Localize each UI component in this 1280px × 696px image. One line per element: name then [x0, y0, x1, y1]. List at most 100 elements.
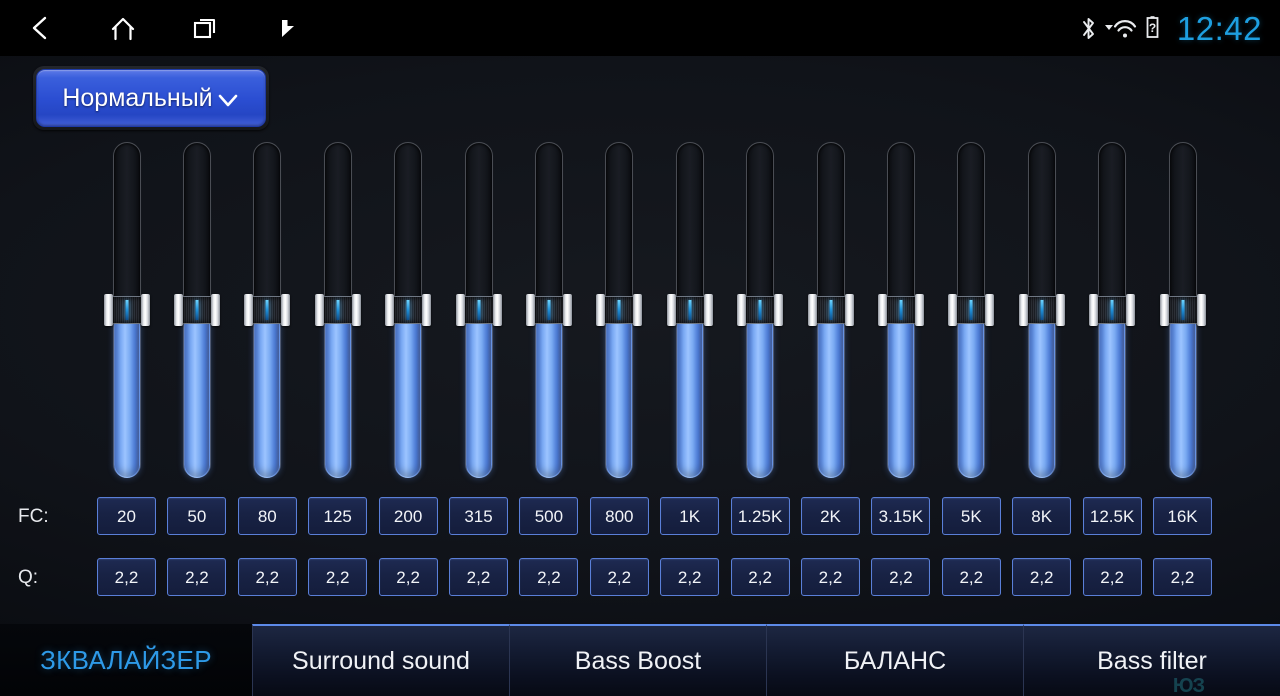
q-value-box[interactable]: 2,2: [1012, 558, 1072, 596]
eq-slider-thumb[interactable]: [596, 294, 643, 326]
q-value-box[interactable]: 2,2: [801, 558, 860, 596]
eq-slider[interactable]: [948, 142, 995, 478]
fc-value-box[interactable]: 8K: [1012, 497, 1072, 535]
fc-value-box[interactable]: 1K: [660, 497, 720, 535]
eq-slider[interactable]: [525, 142, 572, 478]
eq-slider-thumb-indicator: [1181, 300, 1184, 320]
eq-slider[interactable]: [1159, 142, 1206, 478]
fc-value-box[interactable]: 315: [449, 497, 508, 535]
eq-slider[interactable]: [1018, 142, 1065, 478]
fc-value-box[interactable]: 12.5K: [1082, 497, 1142, 535]
eq-slider-thumb-cap-right: [210, 294, 220, 326]
eq-slider-thumb-indicator: [829, 300, 832, 320]
q-value-box[interactable]: 2,2: [378, 558, 438, 596]
chevron-down-icon: [216, 88, 240, 112]
eq-slider-fill: [535, 310, 562, 478]
eq-slider-thumb[interactable]: [173, 294, 220, 326]
eq-slider-fill: [1169, 310, 1196, 478]
eq-slider-thumb[interactable]: [948, 294, 995, 326]
eq-slider[interactable]: [385, 142, 432, 478]
eq-slider-thumb[interactable]: [666, 294, 713, 326]
tab-item[interactable]: Surround sound: [252, 624, 509, 696]
svg-text:?: ?: [1149, 21, 1156, 35]
eq-slider-thumb-cap-right: [1055, 294, 1065, 326]
q-row: Q: 2,2 2,2 2,2 2,2 2,2 2,2 2,2 2,2 2,2 2,2 2,2 2,2 2…: [0, 558, 1280, 596]
eq-slider-thumb[interactable]: [244, 294, 291, 326]
flag-icon[interactable]: [246, 0, 328, 56]
eq-slider-fill: [676, 310, 703, 478]
eq-slider[interactable]: [455, 142, 502, 478]
eq-slider[interactable]: [737, 142, 784, 478]
eq-slider-thumb-cap-right: [1126, 294, 1136, 326]
q-value-box[interactable]: 2,2: [167, 558, 227, 596]
status-bar: ? 12:42: [0, 0, 1280, 56]
eq-slider-thumb[interactable]: [314, 294, 361, 326]
tab-item[interactable]: Bass Boost: [509, 624, 766, 696]
eq-slider[interactable]: [103, 142, 150, 478]
eq-slider-thumb[interactable]: [1089, 294, 1136, 326]
q-value-box[interactable]: 2,2: [1153, 558, 1212, 596]
eq-slider-thumb-indicator: [406, 300, 410, 320]
eq-slider-thumb-cap-left: [877, 294, 887, 326]
eq-slider-thumb-indicator: [195, 300, 199, 320]
eq-slider-thumb[interactable]: [455, 294, 502, 326]
eq-slider-thumb[interactable]: [1018, 294, 1065, 326]
tab-item[interactable]: Bass filter: [1023, 624, 1280, 696]
eq-slider-thumb-cap-right: [422, 294, 432, 326]
preset-dropdown-button[interactable]: Нормальный: [36, 69, 266, 127]
eq-slider[interactable]: [1089, 142, 1136, 478]
fc-value-box[interactable]: 500: [519, 497, 579, 535]
fc-value-box[interactable]: 16K: [1153, 497, 1212, 535]
fc-row: FC: 20 50 80 125 200 315 500 800 1K 1.25K 2K 3.15K 5…: [0, 497, 1280, 535]
q-value-box[interactable]: 2,2: [660, 558, 720, 596]
recents-icon[interactable]: [164, 0, 246, 56]
eq-slider-thumb[interactable]: [877, 294, 924, 326]
eq-slider-thumb[interactable]: [1159, 294, 1206, 326]
eq-slider[interactable]: [173, 142, 220, 478]
home-icon[interactable]: [82, 0, 164, 56]
q-value-box[interactable]: 2,2: [941, 558, 1001, 596]
eq-slider[interactable]: [596, 142, 643, 478]
eq-slider-thumb-cap-right: [633, 294, 643, 326]
tab-bar: ЗКВАЛАЙЗЕР Surround sound Bass Boost БАЛАНС…: [0, 624, 1280, 696]
eq-slider-thumb[interactable]: [103, 294, 150, 326]
tab-active[interactable]: ЗКВАЛАЙЗЕР: [0, 624, 252, 696]
eq-slider-thumb-cap-right: [985, 294, 995, 326]
q-value-box[interactable]: 2,2: [308, 558, 368, 596]
tab-item[interactable]: БАЛАНС: [766, 624, 1023, 696]
eq-slider[interactable]: [666, 142, 713, 478]
q-value-box[interactable]: 2,2: [589, 558, 649, 596]
eq-slider-thumb[interactable]: [737, 294, 784, 326]
fc-value-box[interactable]: 2K: [801, 497, 860, 535]
fc-value-box[interactable]: 80: [237, 497, 297, 535]
q-value-box[interactable]: 2,2: [237, 558, 297, 596]
eq-slider-thumb-indicator: [547, 300, 551, 320]
fc-value-box[interactable]: 50: [167, 497, 227, 535]
q-value-box[interactable]: 2,2: [519, 558, 579, 596]
eq-slider-thumb-grip: [885, 296, 916, 324]
fc-value-box[interactable]: 200: [378, 497, 438, 535]
q-value-box[interactable]: 2,2: [449, 558, 508, 596]
eq-slider[interactable]: [314, 142, 361, 478]
q-value-box[interactable]: 2,2: [97, 558, 156, 596]
eq-slider-thumb[interactable]: [807, 294, 854, 326]
eq-slider-fill: [254, 310, 281, 478]
eq-slider[interactable]: [244, 142, 291, 478]
eq-slider-fill: [606, 310, 633, 478]
back-icon[interactable]: [0, 0, 82, 56]
eq-slider[interactable]: [807, 142, 854, 478]
eq-slider-thumb-cap-right: [914, 294, 924, 326]
eq-slider[interactable]: [877, 142, 924, 478]
fc-value-box[interactable]: 20: [97, 497, 156, 535]
fc-value-box[interactable]: 125: [308, 497, 368, 535]
q-value-box[interactable]: 2,2: [871, 558, 931, 596]
eq-slider-thumb[interactable]: [385, 294, 432, 326]
q-value-box[interactable]: 2,2: [730, 558, 790, 596]
fc-value-box[interactable]: 5K: [941, 497, 1001, 535]
eq-slider-thumb[interactable]: [525, 294, 572, 326]
fc-value-box[interactable]: 3.15K: [871, 497, 931, 535]
fc-value-box[interactable]: 800: [589, 497, 649, 535]
q-value-box[interactable]: 2,2: [1082, 558, 1142, 596]
fc-value-box[interactable]: 1.25K: [730, 497, 790, 535]
eq-slider-thumb-grip: [604, 296, 635, 324]
